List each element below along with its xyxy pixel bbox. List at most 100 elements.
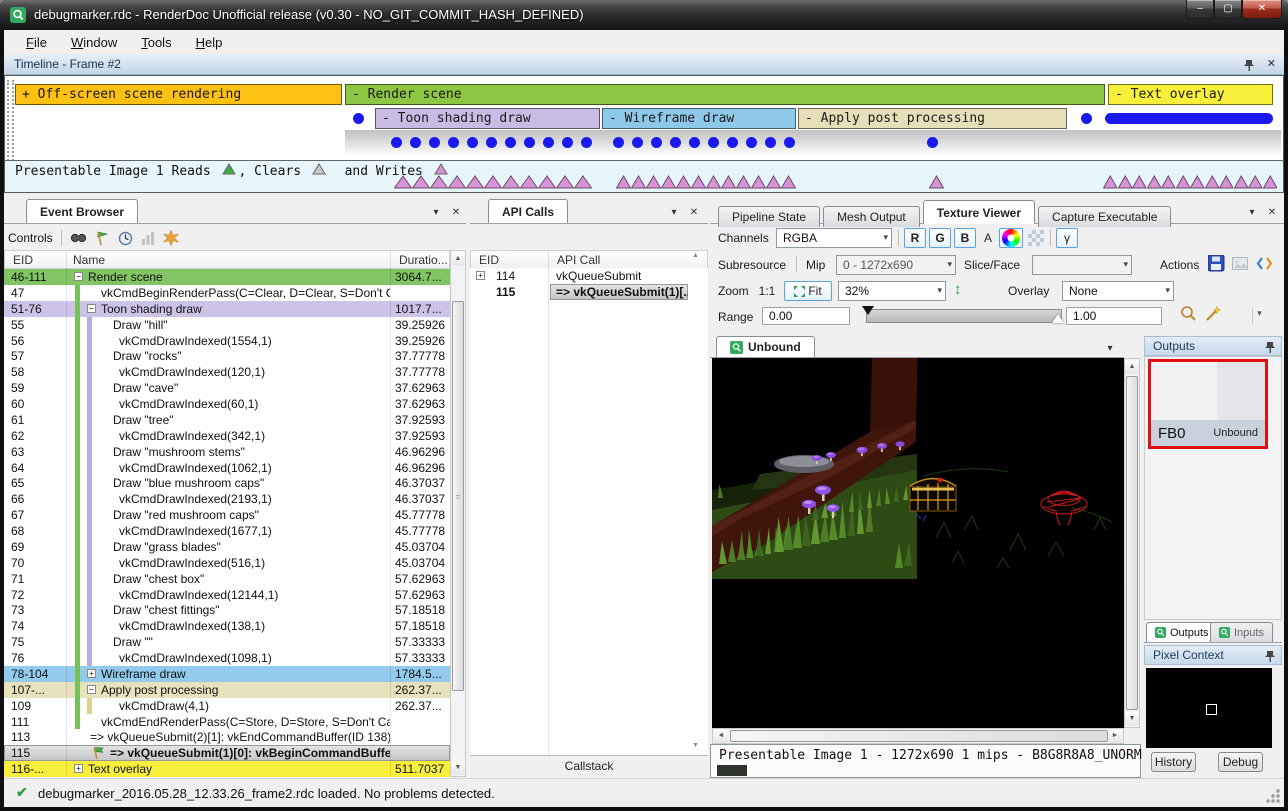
event-dot[interactable]	[689, 137, 700, 148]
menu-file[interactable]: File	[16, 32, 57, 53]
timeline-panel-header[interactable]: Timeline - Frame #2 ✕	[4, 54, 1284, 75]
scroll-down-icon[interactable]: ▼	[451, 761, 465, 775]
event-row-111[interactable]: 111vkCmdEndRenderPass(C=Store, D=Store, …	[4, 714, 450, 730]
fb0-thumbnail[interactable]: FB0 Unbound	[1148, 359, 1268, 449]
timeline-bar-text-overlay[interactable]: - Text overlay	[1108, 84, 1273, 105]
pin-icon[interactable]	[1244, 59, 1254, 71]
timeline-bar-apply-post-processing[interactable]: - Apply post processing	[798, 108, 1067, 129]
event-row-72[interactable]: 72vkCmdDrawIndexed(12144,1)57.62963	[4, 587, 450, 603]
expander-plus-icon[interactable]: +	[74, 764, 83, 773]
event-row-65[interactable]: 65Draw "blue mushroom caps"46.37037	[4, 475, 450, 491]
right-panel-menu-icon[interactable]: ▾	[1244, 205, 1260, 221]
gamma-button[interactable]: γ	[1056, 228, 1078, 248]
callstack-splitter[interactable]	[470, 755, 708, 756]
event-dot[interactable]	[784, 137, 795, 148]
event-row-67[interactable]: 67Draw "red mushroom caps"45.77778	[4, 507, 450, 523]
menu-window[interactable]: Window	[61, 32, 127, 53]
col-name[interactable]: Name	[73, 253, 105, 267]
timeline-bar-wireframe-draw[interactable]: - Wireframe draw	[602, 108, 796, 129]
close-button[interactable]: ✕	[1242, 0, 1282, 19]
event-row-66[interactable]: 66vkCmdDrawIndexed(2193,1)46.37037	[4, 491, 450, 507]
mip-dropdown[interactable]: 0 - 1272x690▾	[836, 255, 956, 275]
event-row-71[interactable]: 71Draw "chest box"57.62963	[4, 571, 450, 587]
event-browser-menu-icon[interactable]: ▾	[428, 205, 444, 221]
event-row-116-[interactable]: 116-...+Text overlay511.7037	[4, 761, 450, 777]
api-calls-close-icon[interactable]: ✕	[686, 205, 702, 221]
event-dot[interactable]	[562, 137, 573, 148]
timeline-bar-off-screen-scene-rendering[interactable]: + Off-screen scene rendering	[15, 84, 342, 105]
range-min-value[interactable]: 0.00	[762, 307, 850, 325]
event-dot[interactable]	[746, 137, 757, 148]
scroll-right-icon[interactable]: ►	[1108, 729, 1122, 743]
event-row-63[interactable]: 63Draw "mushroom stems"46.96296	[4, 444, 450, 460]
range-white-handle[interactable]	[1052, 314, 1064, 323]
open-link-icon[interactable]	[1232, 255, 1249, 272]
api-table-header[interactable]: EID API Call	[470, 250, 708, 269]
duration-graph-icon[interactable]	[141, 231, 155, 246]
scrollbar-thumb[interactable]	[730, 730, 1108, 742]
outputs-panel-header[interactable]: Outputs	[1144, 336, 1282, 356]
event-dot[interactable]	[670, 137, 681, 148]
scroll-left-icon[interactable]: ◄	[714, 729, 728, 743]
event-row-51-76[interactable]: 51-76−Toon shading draw1017.7...	[4, 301, 450, 317]
timeline-event-dot[interactable]	[353, 113, 364, 124]
event-row-107-[interactable]: 107-...−Apply post processing262.37...	[4, 682, 450, 698]
tab-inputs[interactable]: Inputs	[1210, 622, 1273, 642]
menu-tools[interactable]: Tools	[131, 32, 181, 53]
tab-unbound-texture[interactable]: Unbound	[716, 336, 815, 357]
resize-grip[interactable]	[1266, 789, 1280, 803]
texture-hscrollbar[interactable]: ◄ ►	[712, 728, 1124, 744]
slice-face-dropdown[interactable]: ▾	[1032, 255, 1132, 275]
event-dot[interactable]	[448, 137, 459, 148]
event-row-109[interactable]: 109vkCmdDraw(4,1)262.37...	[4, 698, 450, 714]
toolbar-overflow-icon[interactable]: ▾	[1252, 308, 1266, 324]
scrollbar-thumb[interactable]	[1126, 376, 1138, 710]
event-row-76[interactable]: 76vkCmdDrawIndexed(1098,1)57.33333	[4, 650, 450, 666]
col-api-call[interactable]: API Call	[557, 253, 600, 267]
event-dot[interactable]	[651, 137, 662, 148]
zoom-dropdown[interactable]: 32%▾	[838, 281, 946, 301]
timeline-event-dot[interactable]	[1081, 113, 1092, 124]
event-row-69[interactable]: 69Draw "grass blades"45.03704	[4, 539, 450, 555]
red-channel-button[interactable]: R	[904, 228, 926, 248]
debug-button[interactable]: Debug	[1218, 752, 1263, 772]
pixel-context-view[interactable]	[1146, 668, 1272, 748]
event-row-59[interactable]: 59Draw "cave"37.62963	[4, 380, 450, 396]
tab-api-calls[interactable]: API Calls	[488, 199, 568, 223]
range-max-value[interactable]: 1.00	[1066, 307, 1162, 325]
zoom-1-1-button[interactable]: 1:1	[754, 281, 780, 301]
event-row-61[interactable]: 61Draw "tree"37.92593	[4, 412, 450, 428]
timeline-bar-toon-shading-draw[interactable]: - Toon shading draw	[375, 108, 600, 129]
event-row-58[interactable]: 58vkCmdDrawIndexed(120,1)37.77778	[4, 364, 450, 380]
event-row-68[interactable]: 68vkCmdDrawIndexed(1677,1)45.77778	[4, 523, 450, 539]
event-dot[interactable]	[727, 137, 738, 148]
event-table-header[interactable]: EID Name Duratio...	[4, 250, 450, 269]
minimize-button[interactable]: –	[1186, 0, 1214, 19]
expander-plus-icon[interactable]: +	[476, 271, 485, 280]
right-panel-close-icon[interactable]: ✕	[1264, 205, 1280, 221]
scroll-up-icon[interactable]: ▲	[1125, 360, 1139, 374]
tab-outputs[interactable]: Outputs	[1146, 622, 1218, 642]
event-row-64[interactable]: 64vkCmdDrawIndexed(1062,1)46.96296	[4, 460, 450, 476]
blue-channel-button[interactable]: B	[954, 228, 976, 248]
maximize-button[interactable]: ▢	[1214, 0, 1242, 19]
zoom-range-icon[interactable]	[1180, 305, 1198, 323]
color-wheel-button[interactable]	[999, 228, 1023, 248]
timeline-content[interactable]: Presentable Image 1 Reads , Clears and W…	[4, 75, 1284, 193]
event-dot[interactable]	[467, 137, 478, 148]
timeline-close-icon[interactable]: ✕	[1267, 57, 1276, 70]
texture-vscrollbar[interactable]: ▲ ▼	[1124, 358, 1140, 728]
range-slider-track[interactable]	[866, 309, 1062, 323]
event-dot[interactable]	[543, 137, 554, 148]
time-draws-icon[interactable]	[118, 231, 133, 246]
event-dot[interactable]	[391, 137, 402, 148]
event-row-113[interactable]: 113=> vkQueueSubmit(2)[1]: vkEndCommandB…	[4, 729, 450, 745]
event-row-70[interactable]: 70vkCmdDrawIndexed(516,1)45.03704	[4, 555, 450, 571]
event-dot[interactable]	[524, 137, 535, 148]
goto-resource-icon[interactable]	[1256, 255, 1273, 272]
api-call-row-114[interactable]: +114vkQueueSubmit	[470, 268, 708, 284]
expander-plus-icon[interactable]: +	[87, 669, 96, 678]
expander-minus-icon[interactable]: −	[87, 304, 96, 313]
alpha-background-button[interactable]	[1026, 228, 1046, 248]
event-row-115[interactable]: 115=> vkQueueSubmit(1)[0]: vkBeginComman…	[4, 745, 450, 761]
